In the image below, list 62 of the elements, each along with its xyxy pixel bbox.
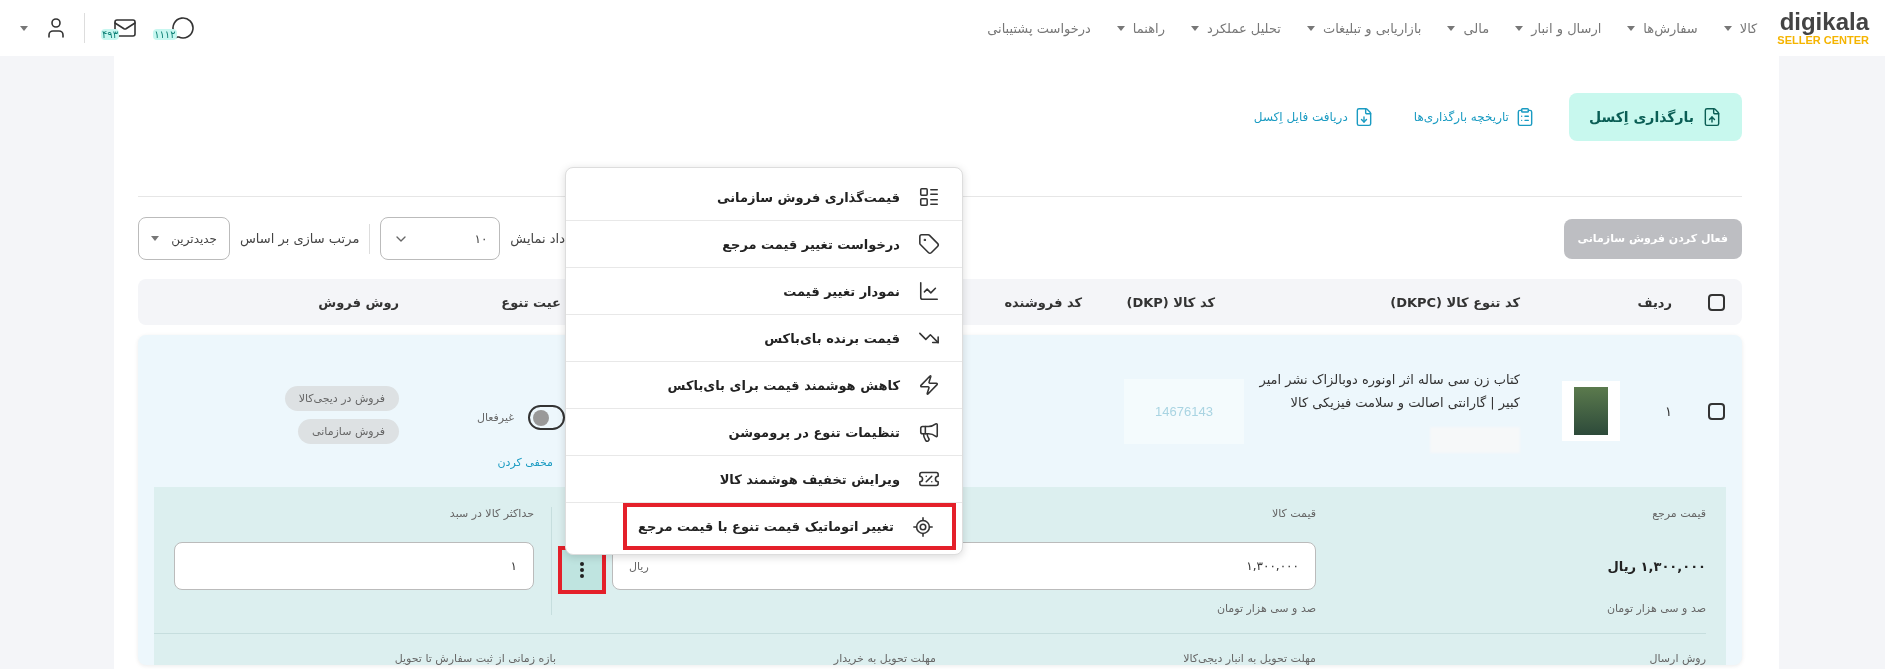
field-label: روش ارسال xyxy=(1648,652,1706,665)
list-icon xyxy=(918,186,940,208)
menu-item[interactable]: قیمت برنده بای‌باکس xyxy=(566,315,962,362)
menu-item[interactable]: نمودار تغییر قیمت xyxy=(566,268,962,315)
nav-item[interactable]: درخواست پشتیبانی xyxy=(987,20,1091,36)
menu-item[interactable]: تنظیمات تنوع در پروموشن xyxy=(566,409,962,456)
logo-subtitle: SELLER CENTER xyxy=(1777,34,1869,46)
line-chart-icon xyxy=(918,280,940,302)
tag-icon xyxy=(918,233,940,255)
nav-item[interactable]: راهنما xyxy=(1116,20,1165,36)
upload-excel-button[interactable]: بارگذاری اِکسل xyxy=(1568,93,1742,141)
sales-method-tag: فروش در دیجی‌کالا xyxy=(284,386,399,411)
price-in-words: صد و سی هزار تومان xyxy=(1215,602,1316,615)
row-number: ۱ xyxy=(1664,403,1672,419)
field-label: مهلت تحویل به انبار دیجی‌کالا xyxy=(1182,652,1316,665)
field-label: بازه زمانی از ثبت سفارش تا تحویل xyxy=(393,652,556,665)
page-size-label: داد نمایش xyxy=(510,231,565,246)
caret-icon xyxy=(151,236,159,241)
column-header: ردیف xyxy=(1637,294,1672,310)
file-upload-icon xyxy=(1702,107,1722,127)
bolt-icon xyxy=(918,374,940,396)
status-label: غیرفعال xyxy=(476,411,514,424)
nav-item[interactable]: مالی xyxy=(1447,20,1490,36)
target-icon xyxy=(912,515,934,538)
reference-price: ۱,۳۰۰,۰۰۰ ریال xyxy=(1606,557,1706,576)
notification-count: ۱۱۱۲ xyxy=(153,29,177,40)
column-header: کد کالا (DKP) xyxy=(1126,294,1215,310)
column-header: عیت تنوع xyxy=(501,294,561,310)
excel-link[interactable]: تاریخچه بارگذاری‌ها xyxy=(1407,106,1541,128)
product-title: کتاب زن سی ساله اثر اونوره دوبالزاک نشر امیر کبیر | گارانتی اصالت و سلامت فیزیکی کالا xyxy=(1258,371,1520,413)
nav-item[interactable]: کالا xyxy=(1723,20,1758,36)
price-in-words: صد و سی هزار تومان xyxy=(1605,602,1706,615)
megaphone-icon xyxy=(918,421,940,443)
excel-link[interactable]: دریافت فایل اِکسل xyxy=(1247,106,1380,128)
column-header: کد فروشنده xyxy=(1004,294,1082,310)
menu-item[interactable]: درخواست تغییر قیمت مرجع xyxy=(566,221,962,268)
menu-item[interactable]: کاهش هوشمند قیمت برای بای‌باکس xyxy=(566,362,962,409)
product-code-box: 14676143 xyxy=(1124,378,1244,444)
row-checkbox[interactable] xyxy=(1708,402,1725,420)
notification-count: ۴۹۳ xyxy=(101,29,120,40)
page-size-select[interactable]: ۱۰ xyxy=(380,217,501,260)
product-thumbnail xyxy=(1562,381,1620,441)
column-header: کد تنوع کالا (DKPC) xyxy=(1390,294,1520,310)
nav-item[interactable]: سفارش‌ها xyxy=(1627,20,1698,36)
select-all-checkbox[interactable] xyxy=(1708,293,1725,311)
sales-method-tag: فروش سازمانی xyxy=(298,419,399,444)
field-label: قیمت مرجع xyxy=(1651,507,1706,520)
nav-item[interactable]: بازاریابی و تبلیغات xyxy=(1306,20,1422,36)
column-header: روش فروش xyxy=(318,294,399,310)
menu-item[interactable]: قیمت‌گذاری فروش سازمانی xyxy=(566,174,962,221)
field-label: مهلت تحویل به خریدار xyxy=(832,652,936,665)
max-in-cart-input[interactable]: ۱ xyxy=(174,542,534,590)
caret-icon[interactable] xyxy=(20,25,28,31)
field-label: حداکثر کالا در سبد xyxy=(448,507,534,520)
menu-item[interactable]: تغییر اتوماتیک قیمت تنوع با قیمت مرجع xyxy=(623,503,956,550)
sort-label: مرتب سازی بر اساس xyxy=(240,231,360,246)
sort-select[interactable]: جدیدترین xyxy=(138,217,230,260)
nav-item[interactable]: ارسال و انبار xyxy=(1515,20,1602,36)
menu-item[interactable]: ویرایش تخفیف هوشمند کالا xyxy=(566,456,962,503)
more-vertical-icon xyxy=(580,562,584,578)
nav-item[interactable]: تحلیل عملکرد xyxy=(1190,20,1281,36)
field-label: قیمت کالا xyxy=(1270,507,1316,520)
